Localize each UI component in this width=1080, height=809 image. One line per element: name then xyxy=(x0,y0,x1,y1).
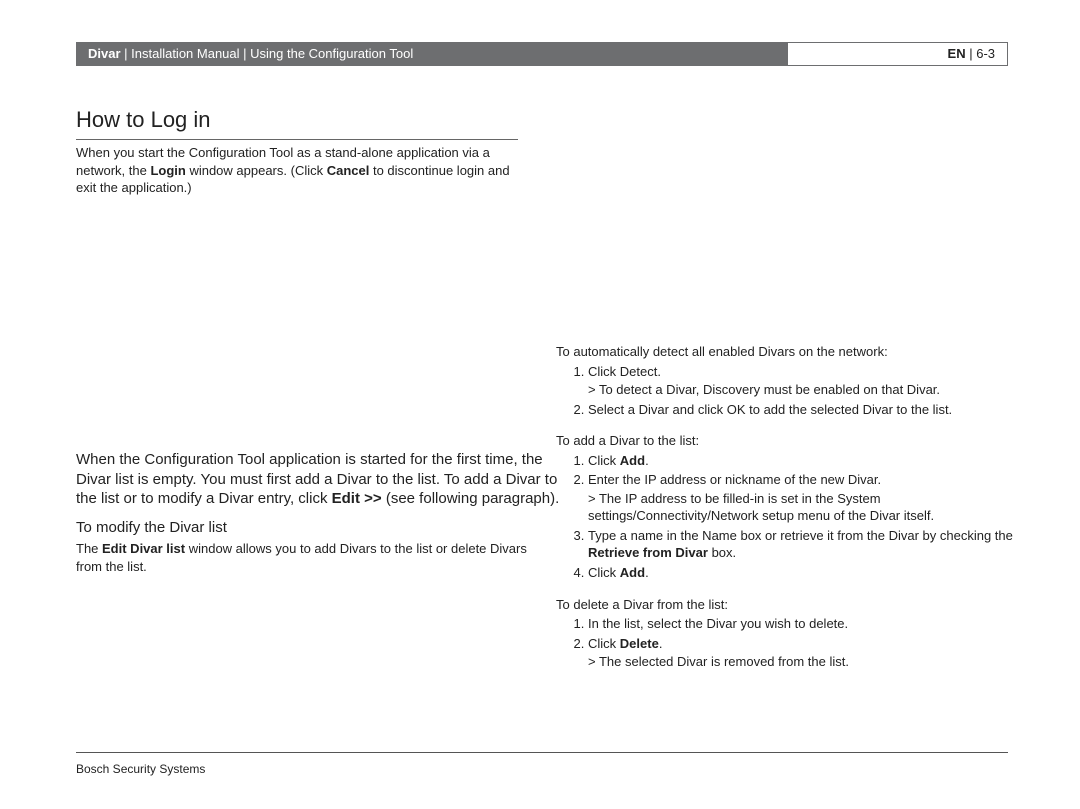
item-text: Click Detect. xyxy=(588,364,661,379)
item-text: Type a name in the Name box or retrieve … xyxy=(588,528,1013,543)
footer-text: Bosch Security Systems xyxy=(76,762,205,776)
item-text: Enter the IP address or nickname of the … xyxy=(588,472,881,487)
item-text: box. xyxy=(708,545,736,560)
list-item: Enter the IP address or nickname of the … xyxy=(588,471,1016,525)
item-text: . xyxy=(645,453,649,468)
mid-text: (see following paragraph). xyxy=(382,490,560,507)
login-bold: Login xyxy=(150,163,185,178)
page-indicator: EN | 6-3 xyxy=(788,42,1008,66)
page-title: How to Log in xyxy=(76,105,518,140)
list-item: In the list, select the Divar you wish t… xyxy=(588,615,1016,633)
add-bold: Add xyxy=(620,453,645,468)
list-item: Click Add. xyxy=(588,452,1016,470)
item-note: > The IP address to be filled-in is set … xyxy=(588,490,1016,525)
delete-list: In the list, select the Divar you wish t… xyxy=(556,615,1016,671)
sub-paragraph: The Edit Divar list window allows you to… xyxy=(76,540,556,575)
add-lead: To add a Divar to the list: xyxy=(556,432,1016,450)
list-item: Select a Divar and click OK to add the s… xyxy=(588,401,1016,419)
detect-lead: To automatically detect all enabled Diva… xyxy=(556,343,1016,361)
sub-text: The xyxy=(76,541,102,556)
page-number: | 6-3 xyxy=(966,46,995,61)
mid-paragraph: When the Configuration Tool application … xyxy=(76,450,566,509)
list-item: Type a name in the Name box or retrieve … xyxy=(588,527,1016,562)
item-note: > The selected Divar is removed from the… xyxy=(588,653,1016,671)
intro-paragraph: When you start the Configuration Tool as… xyxy=(76,144,526,197)
list-item: Click Delete. > The selected Divar is re… xyxy=(588,635,1016,671)
delete-bold: Delete xyxy=(620,636,659,651)
footer: Bosch Security Systems xyxy=(76,752,1008,777)
product-name: Divar xyxy=(88,46,121,61)
retrieve-bold: Retrieve from Divar xyxy=(588,545,708,560)
add-list: Click Add. Enter the IP address or nickn… xyxy=(556,452,1016,582)
item-text: . xyxy=(659,636,663,651)
item-text: Click xyxy=(588,565,620,580)
item-text: Click xyxy=(588,636,620,651)
breadcrumb: Divar | Installation Manual | Using the … xyxy=(76,42,788,66)
page-header: Divar | Installation Manual | Using the … xyxy=(76,42,1008,66)
item-note: > To detect a Divar, Discovery must be e… xyxy=(588,381,1016,399)
right-column: To automatically detect all enabled Diva… xyxy=(556,343,1016,685)
intro-text: window appears. (Click xyxy=(186,163,327,178)
detect-list: Click Detect. > To detect a Divar, Disco… xyxy=(556,363,1016,419)
item-text: . xyxy=(645,565,649,580)
item-text: Click xyxy=(588,453,620,468)
delete-lead: To delete a Divar from the list: xyxy=(556,596,1016,614)
breadcrumb-trail: | Installation Manual | Using the Config… xyxy=(121,46,414,61)
add-bold: Add xyxy=(620,565,645,580)
manual-page: Divar | Installation Manual | Using the … xyxy=(0,0,1080,809)
edit-bold: Edit >> xyxy=(332,490,382,507)
list-item: Click Add. xyxy=(588,564,1016,582)
list-item: Click Detect. > To detect a Divar, Disco… xyxy=(588,363,1016,399)
edit-divar-list-bold: Edit Divar list xyxy=(102,541,185,556)
lang-code: EN xyxy=(948,46,966,61)
cancel-bold: Cancel xyxy=(327,163,370,178)
sub-heading: To modify the Divar list xyxy=(76,518,227,538)
